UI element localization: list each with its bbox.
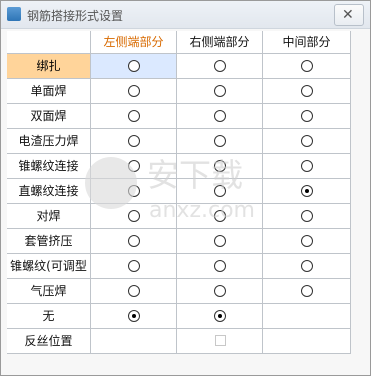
radio-button[interactable]: [127, 185, 140, 197]
option-cell[interactable]: [91, 129, 177, 154]
option-cell[interactable]: [91, 79, 177, 104]
option-cell[interactable]: [177, 229, 263, 254]
radio-button[interactable]: [127, 110, 140, 122]
radio-button[interactable]: [127, 85, 140, 97]
radio-button[interactable]: [300, 85, 313, 97]
row-label: 反丝位置: [7, 329, 91, 354]
column-header: 中间部分: [263, 31, 351, 54]
radio-button[interactable]: [300, 160, 313, 172]
option-cell[interactable]: [263, 179, 351, 204]
column-header: 左侧端部分: [91, 31, 177, 54]
option-cell: [263, 304, 351, 329]
option-cell[interactable]: [177, 54, 263, 79]
option-cell[interactable]: [91, 104, 177, 129]
checkbox[interactable]: [214, 335, 226, 346]
dialog-window: 钢筋搭接形式设置 ✕ 左侧端部分 右侧端部分 中间部分 绑扎 单面焊 双面焊 电渣压力焊 锥螺…: [0, 0, 371, 376]
radio-button[interactable]: [213, 185, 226, 197]
option-cell[interactable]: [177, 104, 263, 129]
close-icon: ✕: [342, 7, 354, 23]
close-button[interactable]: ✕: [334, 4, 364, 26]
option-cell: [91, 329, 177, 354]
radio-button[interactable]: [213, 160, 226, 172]
radio-button[interactable]: [213, 285, 226, 297]
radio-button[interactable]: [127, 135, 140, 147]
option-cell[interactable]: [263, 104, 351, 129]
radio-button[interactable]: [213, 210, 226, 222]
row-label: 单面焊: [7, 79, 91, 104]
option-cell[interactable]: [91, 54, 177, 79]
option-cell: [263, 329, 351, 354]
option-cell[interactable]: [91, 304, 177, 329]
radio-button[interactable]: [127, 60, 140, 72]
row-label: 气压焊: [7, 279, 91, 304]
option-cell[interactable]: [177, 279, 263, 304]
radio-button[interactable]: [300, 110, 313, 122]
radio-button[interactable]: [300, 235, 313, 247]
radio-button[interactable]: [127, 260, 140, 272]
radio-button[interactable]: [213, 85, 226, 97]
radio-button[interactable]: [213, 60, 226, 72]
option-cell[interactable]: [263, 254, 351, 279]
radio-button[interactable]: [213, 110, 226, 122]
radio-button[interactable]: [300, 210, 313, 222]
radio-button[interactable]: [213, 310, 226, 322]
option-cell[interactable]: [177, 154, 263, 179]
option-cell[interactable]: [91, 229, 177, 254]
option-cell[interactable]: [263, 229, 351, 254]
option-cell[interactable]: [263, 129, 351, 154]
row-label: 套管挤压: [7, 229, 91, 254]
option-cell[interactable]: [91, 154, 177, 179]
radio-button[interactable]: [127, 235, 140, 247]
row-label: 对焊: [7, 204, 91, 229]
radio-button[interactable]: [213, 235, 226, 247]
radio-button[interactable]: [300, 285, 313, 297]
radio-button[interactable]: [213, 135, 226, 147]
header-corner: [7, 31, 91, 54]
option-cell[interactable]: [177, 79, 263, 104]
radio-button[interactable]: [300, 260, 313, 272]
option-cell[interactable]: [263, 154, 351, 179]
row-label: 绑扎: [7, 54, 91, 79]
option-cell[interactable]: [91, 179, 177, 204]
radio-button[interactable]: [127, 285, 140, 297]
row-label: 无: [7, 304, 91, 329]
option-cell[interactable]: [91, 279, 177, 304]
option-cell[interactable]: [177, 304, 263, 329]
radio-button[interactable]: [127, 310, 140, 322]
radio-button[interactable]: [213, 260, 226, 272]
option-cell[interactable]: [91, 204, 177, 229]
radio-button[interactable]: [300, 60, 313, 72]
row-label: 锥螺纹连接: [7, 154, 91, 179]
rebar-lap-table: 左侧端部分 右侧端部分 中间部分绑扎 单面焊 双面焊 电渣压力焊 锥螺纹连接 直螺纹连接 对焊套…: [7, 31, 351, 354]
option-cell[interactable]: [177, 329, 263, 354]
option-cell[interactable]: [177, 179, 263, 204]
option-cell[interactable]: [263, 79, 351, 104]
row-label: 双面焊: [7, 104, 91, 129]
app-icon: [7, 7, 21, 21]
row-label: 锥螺纹(可调型: [7, 254, 91, 279]
option-cell[interactable]: [177, 204, 263, 229]
row-label: 电渣压力焊: [7, 129, 91, 154]
radio-button[interactable]: [300, 135, 313, 147]
radio-button[interactable]: [127, 160, 140, 172]
option-cell[interactable]: [263, 204, 351, 229]
option-cell[interactable]: [177, 254, 263, 279]
row-label: 直螺纹连接: [7, 179, 91, 204]
option-cell[interactable]: [91, 254, 177, 279]
window-title: 钢筋搭接形式设置: [27, 9, 124, 23]
option-cell[interactable]: [177, 129, 263, 154]
radio-button[interactable]: [300, 185, 313, 197]
option-cell[interactable]: [263, 279, 351, 304]
column-header: 右侧端部分: [177, 31, 263, 54]
title-bar: 钢筋搭接形式设置 ✕: [1, 1, 370, 29]
option-cell[interactable]: [263, 54, 351, 79]
radio-button[interactable]: [127, 210, 140, 222]
